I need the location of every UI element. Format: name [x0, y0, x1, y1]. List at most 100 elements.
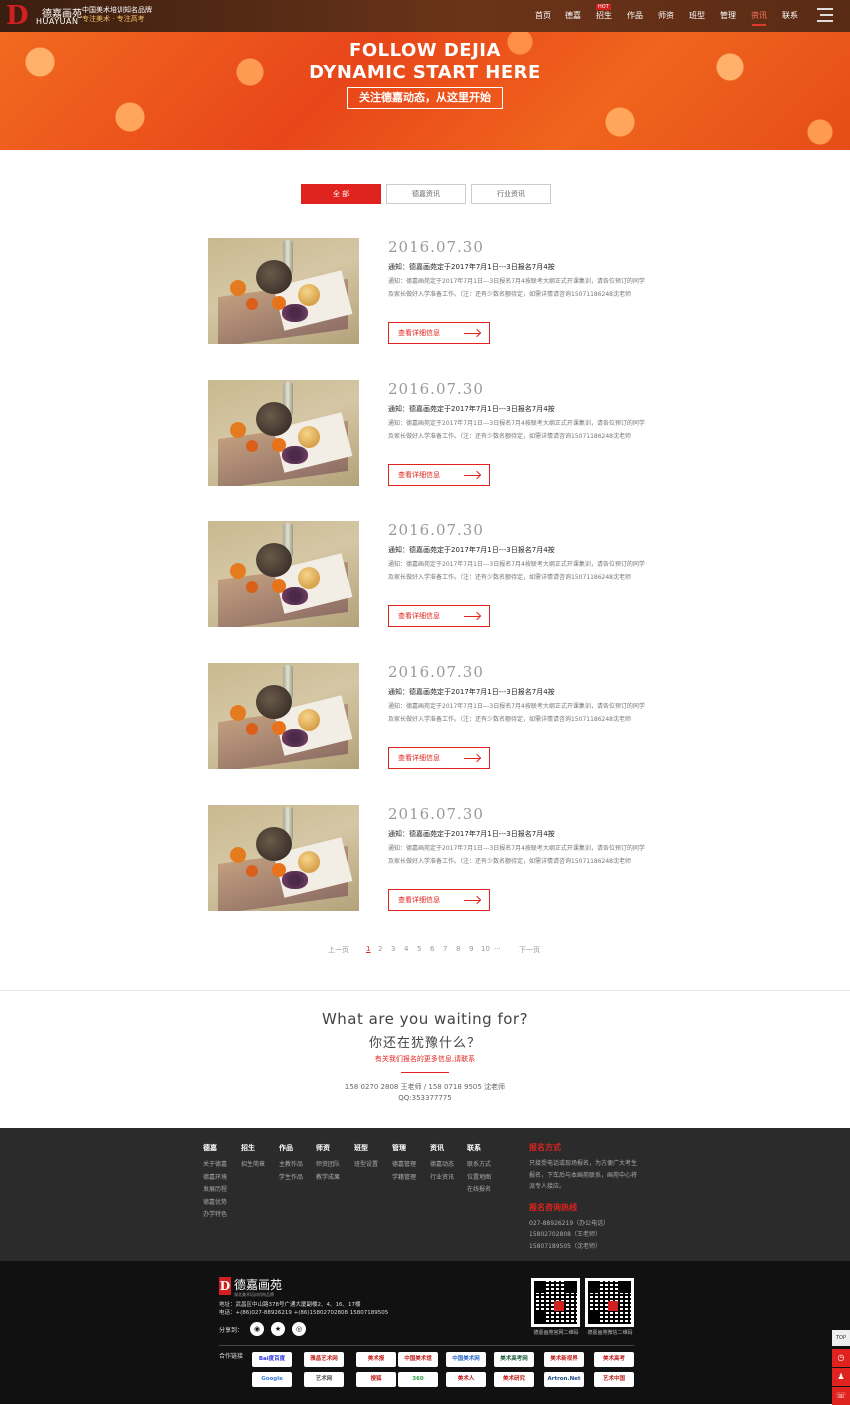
hotline-item: 15802702808（王老师）	[529, 1231, 601, 1238]
footer-link[interactable]: 发展历程	[203, 1184, 227, 1197]
wechat-qr-code	[585, 1278, 634, 1327]
site-logo[interactable]: D 德嘉画苑 HUAYUAN 中国美术培训知名品牌 专注美术 · 专注高考	[6, 3, 156, 29]
next-page-link[interactable]: 下一页	[519, 945, 540, 955]
partner-link[interactable]: 美术高考	[594, 1352, 634, 1367]
menu-icon[interactable]	[817, 8, 833, 22]
qzone-icon[interactable]: ★	[271, 1322, 285, 1336]
back-to-top-button[interactable]: TOP	[832, 1330, 850, 1346]
footer-column-title[interactable]: 资讯	[430, 1143, 454, 1153]
banner-tagline: 关注德嘉动态，从这里开始	[347, 87, 503, 109]
page-2[interactable]: 2	[378, 945, 382, 953]
partner-link[interactable]: 360	[398, 1372, 438, 1387]
nav-admission[interactable]: 招生	[596, 10, 612, 21]
partner-link[interactable]: 搜狐	[356, 1372, 396, 1387]
page-6[interactable]: 6	[430, 945, 434, 953]
footer-link[interactable]: 关于德嘉	[203, 1159, 227, 1172]
nav-works[interactable]: 作品	[627, 10, 643, 21]
page-9[interactable]: 9	[469, 945, 473, 953]
phone-icon[interactable]: ☏	[832, 1387, 850, 1405]
footer-link[interactable]: 德嘉管理	[392, 1159, 416, 1172]
read-more-button[interactable]: 查看详细信息	[388, 464, 490, 486]
page-4[interactable]: 4	[404, 945, 408, 953]
nav-classes[interactable]: 班型	[689, 10, 705, 21]
footer-column-title[interactable]: 德嘉	[203, 1143, 227, 1153]
article-thumbnail[interactable]	[208, 521, 359, 627]
article-title[interactable]: 通知：德嘉画苑定于2017年7月1日---3日报名7月4按	[388, 262, 555, 272]
footer-column-title[interactable]: 作品	[279, 1143, 303, 1153]
page-5[interactable]: 5	[417, 945, 421, 953]
partner-links-label: 合作链接	[219, 1353, 244, 1360]
nav-dejia[interactable]: 德嘉	[565, 10, 581, 21]
partner-link[interactable]: 艺术网	[304, 1372, 344, 1387]
footer-link[interactable]: 办学特色	[203, 1209, 227, 1222]
tab-industry-news[interactable]: 行业资讯	[471, 184, 551, 204]
prev-page-link[interactable]: 上一页	[328, 945, 349, 955]
weixin-icon[interactable]: ◉	[250, 1322, 264, 1336]
nav-news[interactable]: 资讯	[751, 10, 767, 21]
nav-management[interactable]: 管理	[720, 10, 736, 21]
footer-column-title[interactable]: 管理	[392, 1143, 416, 1153]
footer-column-title[interactable]: 招生	[241, 1143, 265, 1153]
article-date: 2016.07.30	[388, 805, 484, 823]
footer-link[interactable]: 行业资讯	[430, 1172, 454, 1185]
footer-link[interactable]: 德嘉动态	[430, 1159, 454, 1172]
partner-link[interactable]: 中国美术网	[446, 1352, 486, 1367]
partner-link[interactable]: 美术高考网	[494, 1352, 534, 1367]
article-title[interactable]: 通知：德嘉画苑定于2017年7月1日---3日报名7月4按	[388, 687, 555, 697]
footer-link[interactable]: 联系方式	[467, 1159, 491, 1172]
footer-link[interactable]: 德嘉环境	[203, 1172, 227, 1185]
partner-link[interactable]: 中国美术馆	[398, 1352, 438, 1367]
nav-teachers[interactable]: 师资	[658, 10, 674, 21]
footer-link[interactable]: 在线报名	[467, 1184, 491, 1197]
footer-link[interactable]: 师资团队	[316, 1159, 340, 1172]
page-8[interactable]: 8	[456, 945, 460, 953]
footer-link[interactable]: 学籍管理	[392, 1172, 416, 1185]
article-thumbnail[interactable]	[208, 380, 359, 486]
qq-icon[interactable]: ♟	[832, 1368, 850, 1386]
tab-dejia-news[interactable]: 德嘉资讯	[386, 184, 466, 204]
partner-link[interactable]: 雅昌艺术网	[304, 1352, 344, 1367]
footer-link[interactable]: 招生简章	[241, 1159, 265, 1172]
read-more-button[interactable]: 查看详细信息	[388, 605, 490, 627]
article-title[interactable]: 通知：德嘉画苑定于2017年7月1日---3日报名7月4按	[388, 829, 555, 839]
nav-home[interactable]: 首页	[535, 10, 551, 21]
footer-link[interactable]: 教学成果	[316, 1172, 340, 1185]
logo-en: HUAYUAN	[36, 17, 79, 26]
page-3[interactable]: 3	[391, 945, 395, 953]
article-thumbnail[interactable]	[208, 238, 359, 344]
footer-link[interactable]: 德嘉优势	[203, 1197, 227, 1210]
page-7[interactable]: 7	[443, 945, 447, 953]
footer-link[interactable]: 学生作品	[279, 1172, 303, 1185]
footer-link[interactable]: 主教作品	[279, 1159, 303, 1172]
partner-link[interactable]: 美术研究	[494, 1372, 534, 1387]
page-10[interactable]: 10	[481, 945, 490, 953]
footer-phone: 电话：+(86)027-88926219 +(86)15802702808 15…	[219, 1310, 389, 1316]
article-thumbnail[interactable]	[208, 805, 359, 911]
read-more-button[interactable]: 查看详细信息	[388, 889, 490, 911]
partner-link[interactable]: 艺术中国	[594, 1372, 634, 1387]
nav-contact[interactable]: 联系	[782, 10, 798, 21]
partner-link[interactable]: 美术新视界	[544, 1352, 584, 1367]
article-title[interactable]: 通知：德嘉画苑定于2017年7月1日---3日报名7月4按	[388, 404, 555, 414]
footer-link[interactable]: 班型设置	[354, 1159, 378, 1172]
weibo-icon[interactable]: ◎	[292, 1322, 306, 1336]
article-title[interactable]: 通知：德嘉画苑定于2017年7月1日---3日报名7月4按	[388, 545, 555, 555]
read-more-button[interactable]: 查看详细信息	[388, 322, 490, 344]
page-1[interactable]: 1	[366, 945, 370, 953]
partner-link[interactable]: Artron.Net	[544, 1372, 584, 1387]
partner-link[interactable]: 美术报	[356, 1352, 396, 1367]
tab-all[interactable]: 全 部	[301, 184, 381, 204]
footer-column-title[interactable]: 联系	[467, 1143, 491, 1153]
article-thumbnail[interactable]	[208, 663, 359, 769]
signup-method-text: 只接受电话或现场报名，为方便广大考生报名，下车后与本画苑联系，画苑中心将派专人接…	[529, 1160, 638, 1190]
cta-heading-en: What are you waiting for?	[321, 1010, 529, 1028]
partner-link[interactable]: Google	[252, 1372, 292, 1387]
read-more-button[interactable]: 查看详细信息	[388, 747, 490, 769]
footer-column-title[interactable]: 师资	[316, 1143, 340, 1153]
partner-link[interactable]: 美术人	[446, 1372, 486, 1387]
article-item: 2016.07.30 通知：德嘉画苑定于2017年7月1日---3日报名7月4按通…	[208, 805, 648, 911]
partner-link[interactable]: Bai度百度	[252, 1352, 292, 1367]
footer-column-title[interactable]: 班型	[354, 1143, 378, 1153]
footer-link[interactable]: 位置地图	[467, 1172, 491, 1185]
clock-icon[interactable]: ◷	[832, 1349, 850, 1367]
